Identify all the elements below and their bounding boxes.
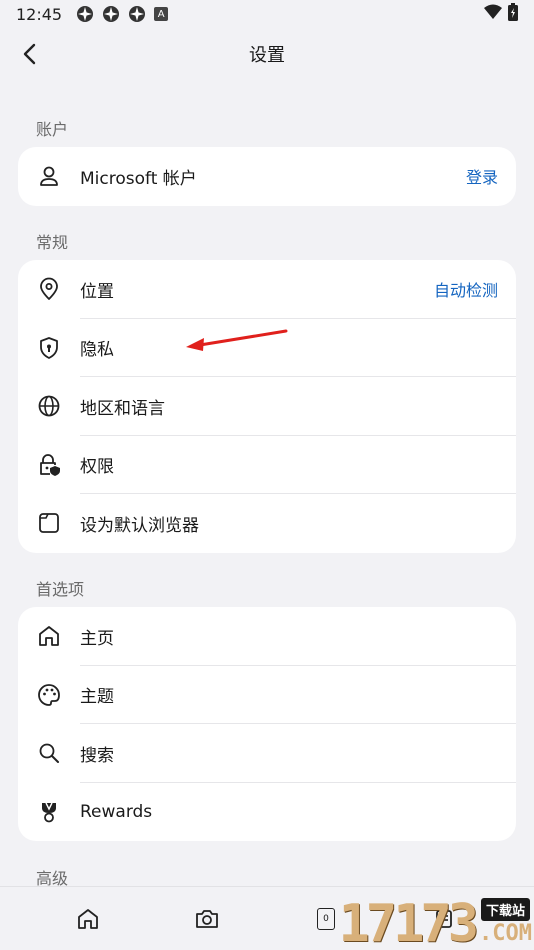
- section-label-general: 常规: [36, 233, 69, 252]
- watermark-domain: .COM: [479, 921, 532, 946]
- section-label-preferences: 首选项: [36, 580, 85, 599]
- row-label: 主页: [80, 628, 114, 649]
- section-label-account: 账户: [36, 120, 69, 139]
- person-icon: [18, 164, 80, 188]
- watermark-side: 下载站 .COM: [479, 898, 532, 946]
- settings-row-location[interactable]: 位置 自动检测: [18, 260, 516, 319]
- browser-window-icon: [18, 511, 80, 535]
- app-header: 设置: [0, 28, 534, 80]
- row-label: 位置: [80, 281, 114, 302]
- annotation-arrow: [186, 329, 288, 351]
- page-title: 设置: [249, 45, 285, 66]
- settings-row-default-browser[interactable]: 设为默认浏览器: [18, 494, 516, 553]
- home-icon: [18, 624, 80, 648]
- account-card: Microsoft 帐户 登录: [18, 147, 516, 206]
- search-icon: [18, 741, 80, 765]
- app-notification-icon: [102, 5, 120, 23]
- row-label: 搜索: [80, 745, 114, 766]
- settings-row-microsoft-account[interactable]: Microsoft 帐户 登录: [18, 147, 516, 206]
- chevron-left-icon: [23, 43, 36, 65]
- trophy-icon: [18, 800, 80, 824]
- settings-row-homepage[interactable]: 主页: [18, 607, 516, 666]
- home-nav-button[interactable]: [72, 903, 104, 935]
- general-card: 位置 自动检测 隐私 地区和语言 权限 设为默认浏览器: [18, 260, 516, 553]
- camera-nav-button[interactable]: [191, 903, 223, 935]
- sign-in-link[interactable]: 登录: [466, 164, 498, 188]
- row-label: 地区和语言: [80, 398, 165, 419]
- auto-detect-link[interactable]: 自动检测: [434, 277, 498, 301]
- watermark-digits: 17173: [338, 894, 479, 950]
- lock-shield-icon: [18, 453, 80, 477]
- settings-row-theme[interactable]: 主题: [18, 666, 516, 724]
- row-label: Microsoft 帐户: [80, 168, 197, 189]
- camera-icon: [196, 910, 218, 928]
- a-badge-icon: A: [154, 7, 169, 21]
- home-icon: [78, 909, 98, 929]
- battery-icon: [508, 3, 518, 25]
- row-label: 权限: [80, 457, 114, 478]
- wifi-icon: [484, 4, 502, 24]
- row-label: 隐私: [80, 340, 114, 361]
- row-label: 主题: [80, 687, 114, 708]
- status-time: 12:45: [16, 4, 63, 24]
- status-bar: 12:45 A: [0, 0, 534, 28]
- watermark-logo: 17173 下载站 .COM: [302, 886, 532, 950]
- preferences-card: 主页 主题 搜索 Rewards: [18, 607, 516, 841]
- settings-row-rewards[interactable]: Rewards: [18, 783, 516, 842]
- app-notification-icon: [128, 5, 146, 23]
- settings-row-region-language[interactable]: 地区和语言: [18, 377, 516, 436]
- row-label: 设为默认浏览器: [80, 515, 199, 536]
- back-button[interactable]: [14, 38, 46, 70]
- settings-row-search[interactable]: 搜索: [18, 724, 516, 783]
- watermark-top-text: 下载站: [481, 898, 531, 921]
- row-label: Rewards: [80, 801, 153, 822]
- globe-icon: [18, 394, 80, 418]
- settings-row-permissions[interactable]: 权限: [18, 436, 516, 494]
- shield-lock-icon: [18, 336, 80, 360]
- location-pin-icon: [18, 277, 80, 301]
- palette-icon: [18, 683, 80, 707]
- app-notification-icon: [76, 5, 94, 23]
